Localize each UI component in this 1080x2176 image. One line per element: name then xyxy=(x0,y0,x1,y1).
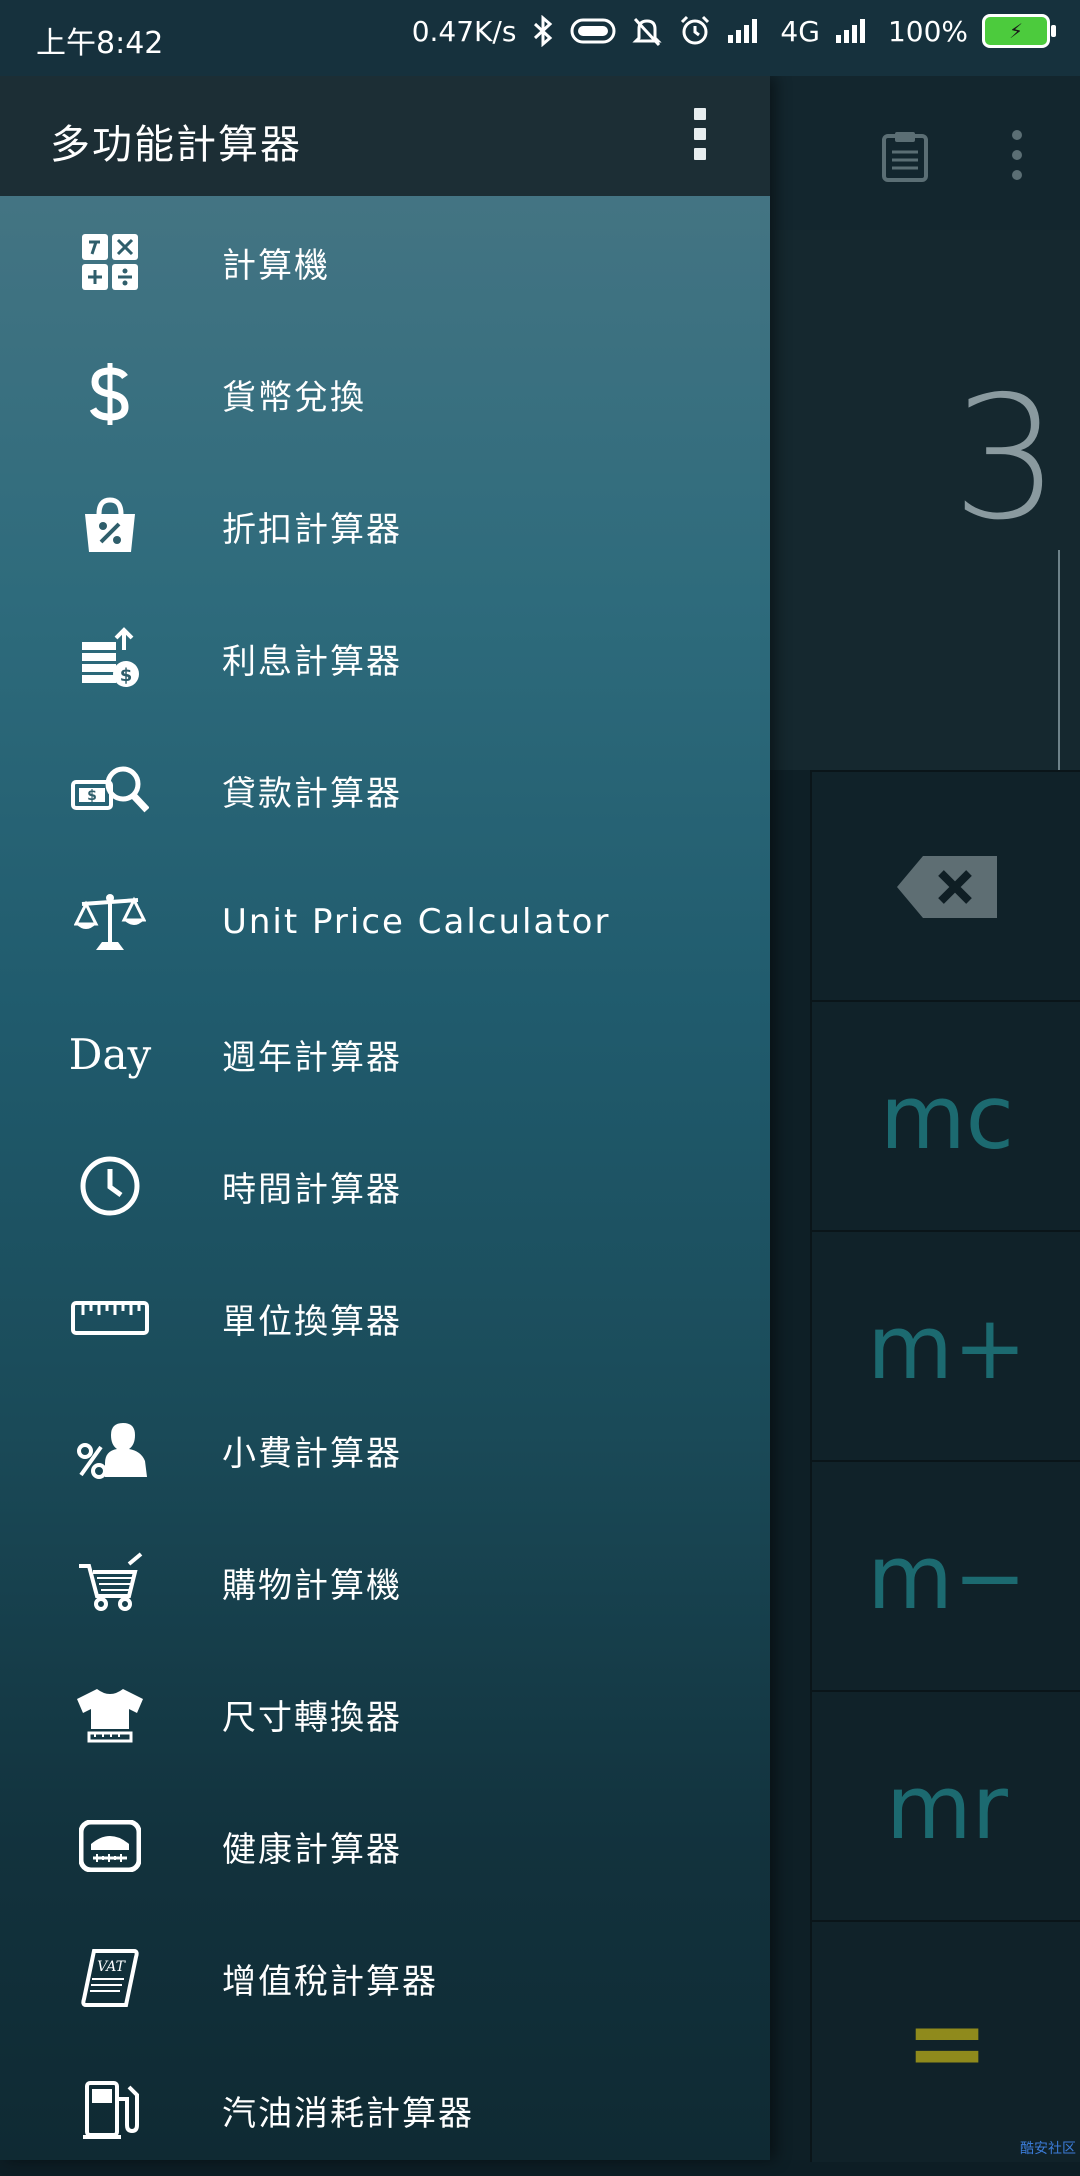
calculator-more-icon[interactable] xyxy=(1012,130,1022,190)
signal-icon-2 xyxy=(834,17,874,45)
clock-icon xyxy=(60,1136,160,1236)
menu-label-currency: 貨幣兌換 xyxy=(222,377,366,418)
menu-label-discount: 折扣計算器 xyxy=(222,509,402,550)
menu-item-currency[interactable]: 貨幣兌換 xyxy=(0,328,770,460)
status-bar: 上午8:42 0.47K/s 4G 100% ⚡ xyxy=(0,0,1080,76)
watermark: 酷安社区 xyxy=(1020,2141,1076,2157)
day-icon-text: Day xyxy=(68,1029,152,1079)
menu-item-unit-convert[interactable]: 單位換算器 xyxy=(0,1252,770,1384)
menu-label-time: 時間計算器 xyxy=(222,1169,402,1210)
key-mplus[interactable]: m+ xyxy=(810,1230,1080,1462)
menu-label-interest: 利息計算器 xyxy=(222,641,402,682)
drawer-menu: 計算機 貨幣兌換 折扣計算器 $ 利息計算器 $ 貸款計算器 Unit Pric… xyxy=(0,196,770,2176)
menu-item-health[interactable]: 健康計算器 xyxy=(0,1780,770,1912)
fuel-pump-icon xyxy=(60,2060,160,2160)
dollar-icon xyxy=(60,344,160,444)
toggle-icon xyxy=(570,17,616,45)
bluetooth-icon xyxy=(530,15,556,47)
alarm-icon xyxy=(678,14,712,48)
scale-icon xyxy=(60,872,160,972)
menu-item-shopping[interactable]: 購物計算機 xyxy=(0,1516,770,1648)
svg-text:$: $ xyxy=(87,788,97,804)
menu-label-anniversary: 週年計算器 xyxy=(222,1037,402,1078)
menu-item-tip[interactable]: 小費計算器 xyxy=(0,1384,770,1516)
menu-label-shopping: 購物計算機 xyxy=(222,1565,402,1606)
menu-label-unit-convert: 單位換算器 xyxy=(222,1301,402,1342)
menu-item-anniversary[interactable]: Day 週年計算器 xyxy=(0,988,770,1120)
keypad-left-column xyxy=(770,770,810,2160)
menu-label-tip: 小費計算器 xyxy=(222,1433,402,1474)
navigation-drawer: 多功能計算器 計算機 貨幣兌換 折扣計算器 $ 利息計算器 $ 貸款計算器 Un… xyxy=(0,76,770,2160)
menu-label-health: 健康計算器 xyxy=(222,1829,402,1870)
menu-item-size[interactable]: 尺寸轉換器 xyxy=(0,1648,770,1780)
menu-item-interest[interactable]: $ 利息計算器 xyxy=(0,592,770,724)
discount-bag-icon xyxy=(60,476,160,576)
display-value: 3 xyxy=(951,360,1060,558)
shopping-cart-icon xyxy=(60,1532,160,1632)
calculator-keypad: mc m+ m− mr = xyxy=(770,770,1080,2162)
interest-coins-icon: $ xyxy=(60,608,160,708)
tip-person-icon xyxy=(60,1400,160,1500)
drawer-header: 多功能計算器 xyxy=(0,76,770,196)
overflow-menu-icon[interactable] xyxy=(688,108,712,164)
loan-search-icon: $ xyxy=(60,740,160,840)
menu-label-size: 尺寸轉換器 xyxy=(222,1697,402,1738)
mute-bell-icon xyxy=(630,14,664,48)
menu-item-time[interactable]: 時間計算器 xyxy=(0,1120,770,1252)
svg-text:$: $ xyxy=(120,665,133,686)
day-text-icon: Day xyxy=(60,1004,160,1104)
display-cursor xyxy=(1058,550,1060,780)
calculator-icon xyxy=(60,212,160,312)
tshirt-icon xyxy=(60,1664,160,1764)
drawer-title: 多功能計算器 xyxy=(50,122,302,168)
calculator-display: 3 xyxy=(770,230,1080,780)
key-mminus[interactable]: m− xyxy=(810,1460,1080,1692)
key-mc[interactable]: mc xyxy=(810,1000,1080,1232)
weight-scale-icon xyxy=(60,1796,160,1896)
battery-charging-icon: ⚡ xyxy=(982,14,1056,48)
key-mr[interactable]: mr xyxy=(810,1690,1080,1922)
menu-item-vat[interactable]: VAT 增值稅計算器 xyxy=(0,1912,770,2044)
ruler-icon xyxy=(60,1268,160,1368)
menu-label-unit-price: Unit Price Calculator xyxy=(222,902,611,942)
network-type: 4G xyxy=(780,14,820,48)
menu-item-fuel[interactable]: 汽油消耗計算器 xyxy=(0,2044,770,2176)
menu-label-loan: 貸款計算器 xyxy=(222,773,402,814)
battery-percent: 100% xyxy=(887,14,968,48)
network-speed: 0.47K/s xyxy=(411,14,517,48)
svg-text:VAT: VAT xyxy=(97,1959,127,1975)
key-equals[interactable]: = xyxy=(810,1920,1080,2162)
backspace-button[interactable] xyxy=(810,770,1080,1002)
menu-label-vat: 增值稅計算器 xyxy=(222,1961,438,2002)
menu-item-calculator[interactable]: 計算機 xyxy=(0,196,770,328)
menu-item-loan[interactable]: $ 貸款計算器 xyxy=(0,724,770,856)
vat-scroll-icon: VAT xyxy=(60,1928,160,2028)
menu-label-fuel: 汽油消耗計算器 xyxy=(222,2093,474,2134)
menu-item-unit-price[interactable]: Unit Price Calculator xyxy=(0,856,770,988)
menu-label-calculator: 計算機 xyxy=(222,245,330,286)
status-time: 上午8:42 xyxy=(36,26,164,61)
clipboard-icon[interactable] xyxy=(880,130,930,182)
signal-icon xyxy=(726,17,766,45)
menu-item-discount[interactable]: 折扣計算器 xyxy=(0,460,770,592)
